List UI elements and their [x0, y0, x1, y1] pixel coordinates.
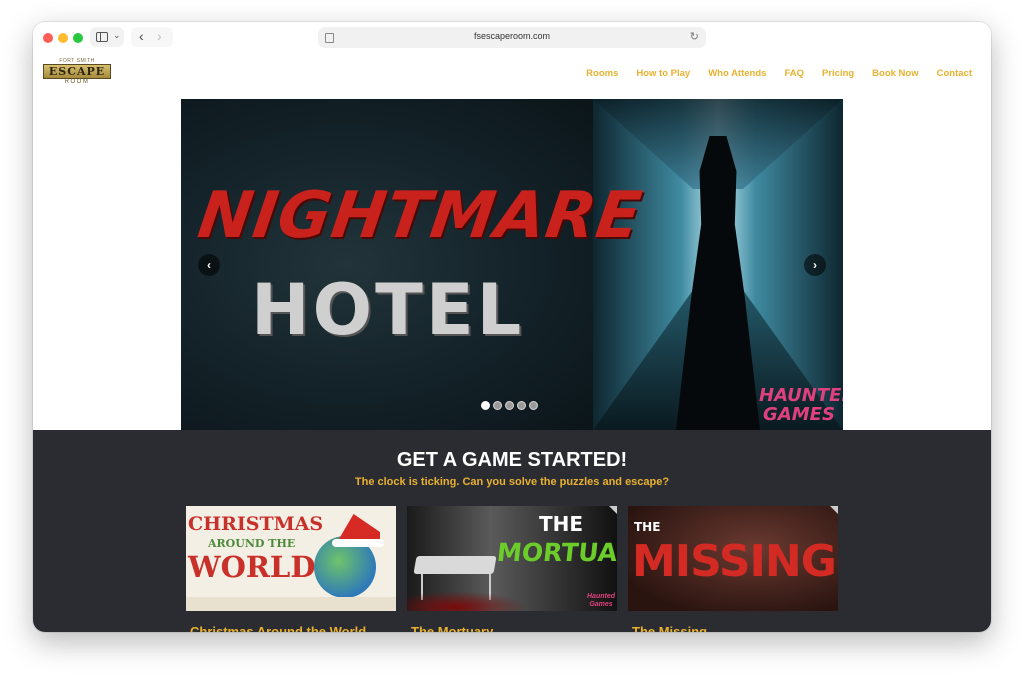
history-nav: ‹ ›: [131, 27, 173, 47]
games-tagline: The clock is ticking. Can you solve the …: [354, 476, 670, 488]
hero-title-line1: NIGHTMARE: [193, 179, 647, 253]
blood-splatter: [407, 591, 527, 611]
hero-backdrop: [181, 99, 593, 430]
slider-dot-1[interactable]: [481, 401, 490, 410]
game-card-christmas[interactable]: CHRISTMAS AROUND THE WORLD Christmas Aro…: [186, 506, 396, 632]
sidebar-icon: [96, 32, 108, 42]
thumb-title-2: MISSING: [632, 536, 837, 587]
nav-link-contact[interactable]: Contact: [937, 68, 972, 79]
games-heading: GET A GAME STARTED!: [396, 449, 628, 471]
reload-icon[interactable]: ↻: [690, 30, 699, 43]
url-text: fsescaperoom.com: [473, 31, 551, 41]
nav-link-how-to-play[interactable]: How to Play: [636, 68, 690, 79]
corner-fold: [609, 506, 617, 514]
thumb-title-1: THE: [634, 520, 661, 534]
missing-thumbnail[interactable]: THE MISSING: [628, 506, 838, 611]
site-logo[interactable]: FORT SMITH ESCAPE ROOM: [42, 58, 112, 88]
slider-dot-2[interactable]: [493, 401, 502, 410]
thumb-title-2: MORTUARY: [495, 538, 617, 567]
slider-dot-4[interactable]: [517, 401, 526, 410]
thumb-title-2: AROUND THE: [208, 537, 296, 550]
back-button[interactable]: ‹: [139, 28, 144, 44]
slider-dots: [481, 401, 538, 410]
minimize-window-button[interactable]: [58, 33, 68, 43]
slider-dot-5[interactable]: [529, 401, 538, 410]
address-bar[interactable]: fsescaperoom.com ↻: [318, 27, 706, 48]
games-section: GET A GAME STARTED! The clock is ticking…: [33, 430, 991, 632]
game-card-title[interactable]: The Mortuary: [411, 624, 493, 632]
badge-line2: Games: [589, 601, 613, 608]
logo-bottom-text: ROOM: [64, 79, 90, 85]
thumb-floor: [186, 597, 396, 611]
main-nav: Rooms How to Play Who Attends FAQ Pricin…: [586, 68, 972, 79]
game-card-title[interactable]: Christmas Around the World: [190, 624, 366, 632]
thumb-title-1: CHRISTMAS: [188, 513, 324, 535]
browser-titlebar: ⌄ ‹ › fsescaperoom.com ↻: [33, 22, 991, 54]
game-card-missing[interactable]: THE MISSING The Missing: [628, 506, 838, 632]
brand-line1: HAUNTED: [759, 385, 843, 406]
hero-slider[interactable]: NIGHTMARE HOTEL HAUNTED GAMES ‹ ›: [181, 99, 843, 430]
logo-main-text: ESCAPE: [48, 65, 106, 78]
nav-link-rooms[interactable]: Rooms: [586, 68, 618, 79]
close-window-button[interactable]: [43, 33, 53, 43]
mortuary-thumbnail[interactable]: THE MORTUARY Haunted Games: [407, 506, 617, 611]
nav-link-book-now[interactable]: Book Now: [872, 68, 918, 79]
maximize-window-button[interactable]: [73, 33, 83, 43]
thumb-title-3: WORLD: [188, 550, 316, 584]
santa-hat-band: [332, 539, 384, 547]
brand-line2: GAMES: [763, 404, 835, 425]
game-card-title[interactable]: The Missing: [632, 624, 707, 632]
nav-link-faq[interactable]: FAQ: [784, 68, 804, 79]
haunted-games-badge: Haunted Games: [587, 593, 615, 609]
hero-title-line2: HOTEL: [251, 269, 525, 351]
slider-next-button[interactable]: ›: [804, 254, 826, 276]
site-header: FORT SMITH ESCAPE ROOM Rooms How to Play…: [33, 54, 991, 98]
sidebar-toggle-button[interactable]: ⌄: [90, 27, 124, 47]
game-card-mortuary[interactable]: THE MORTUARY Haunted Games The Mortuary: [407, 506, 617, 632]
slider-prev-button[interactable]: ‹: [198, 254, 220, 276]
badge-line1: Haunted: [587, 593, 615, 600]
christmas-thumbnail[interactable]: CHRISTMAS AROUND THE WORLD: [186, 506, 396, 611]
gurney-image: [413, 556, 497, 574]
slider-dot-3[interactable]: [505, 401, 514, 410]
forward-button[interactable]: ›: [157, 28, 162, 44]
nav-link-who-attends[interactable]: Who Attends: [708, 68, 766, 79]
browser-window: ⌄ ‹ › fsescaperoom.com ↻ FORT SMITH ESCA…: [33, 22, 991, 632]
chevron-down-icon: ⌄: [113, 30, 121, 40]
thumb-title-1: THE: [539, 512, 584, 536]
nav-link-pricing[interactable]: Pricing: [822, 68, 854, 79]
haunted-games-logo: HAUNTED GAMES: [759, 385, 843, 425]
logo-plate: ESCAPE: [43, 64, 111, 79]
corner-fold: [830, 506, 838, 514]
